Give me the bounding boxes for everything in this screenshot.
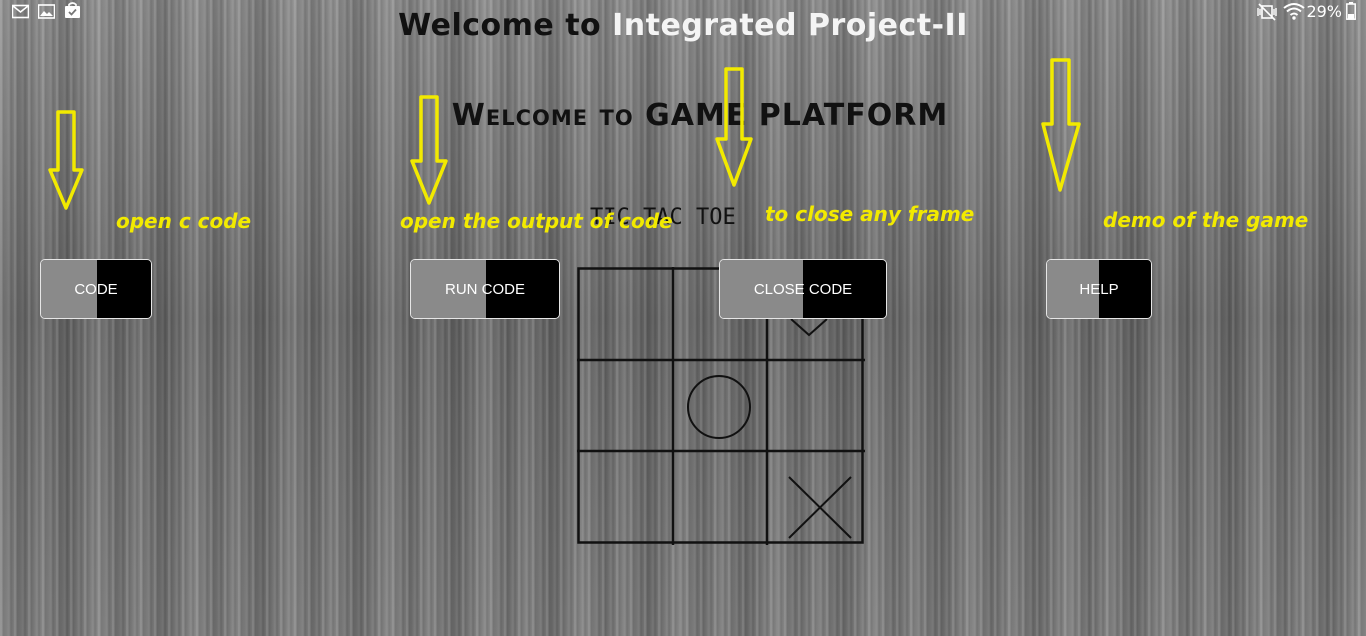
board-cell[interactable]	[674, 452, 766, 542]
board-cell[interactable]	[579, 269, 672, 359]
arrow-down-icon	[1041, 58, 1081, 192]
board-cell[interactable]	[579, 452, 672, 542]
main-title-project: Integrated Project-II	[612, 8, 968, 43]
arrow-down-icon	[715, 67, 753, 187]
board-cell[interactable]	[579, 361, 672, 450]
game-platform-title: Welcome to GAME PLATFORM	[451, 98, 949, 133]
code-button[interactable]: CODE	[40, 259, 152, 319]
arrow-down-icon	[48, 110, 84, 210]
main-title-welcome: Welcome to	[398, 8, 602, 43]
board-cell-x-mark[interactable]	[768, 452, 862, 542]
run-code-button[interactable]: RUN CODE	[410, 259, 560, 319]
close-code-button-label: CLOSE CODE	[753, 280, 853, 298]
arrow-down-icon	[410, 95, 448, 205]
annotation-close-code: to close any frame	[765, 202, 975, 226]
run-code-button-label: RUN CODE	[444, 280, 525, 298]
board-cell[interactable]	[768, 361, 862, 450]
annotation-run-code: open the output of code	[400, 209, 673, 233]
annotation-code: open c code	[116, 209, 252, 233]
annotation-help: demo of the game	[1103, 208, 1309, 232]
board-cell-o-mark[interactable]	[674, 361, 766, 450]
code-button-label: CODE	[74, 280, 118, 298]
main-title: Welcome to Integrated Project-II	[0, 8, 1366, 43]
help-button[interactable]: HELP	[1046, 259, 1152, 319]
close-code-button[interactable]: CLOSE CODE	[719, 259, 887, 319]
help-button-label: HELP	[1079, 280, 1119, 298]
